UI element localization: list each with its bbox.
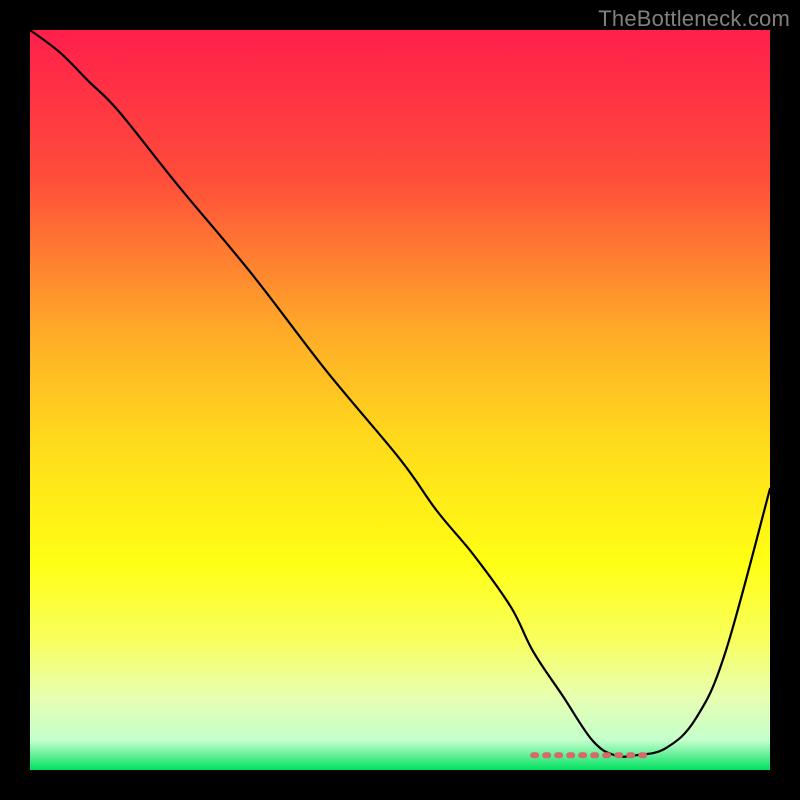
gradient-background — [30, 30, 770, 770]
chart-svg — [30, 30, 770, 770]
plot-area — [30, 30, 770, 770]
chart-stage: TheBottleneck.com — [0, 0, 800, 800]
watermark-text: TheBottleneck.com — [598, 6, 790, 32]
